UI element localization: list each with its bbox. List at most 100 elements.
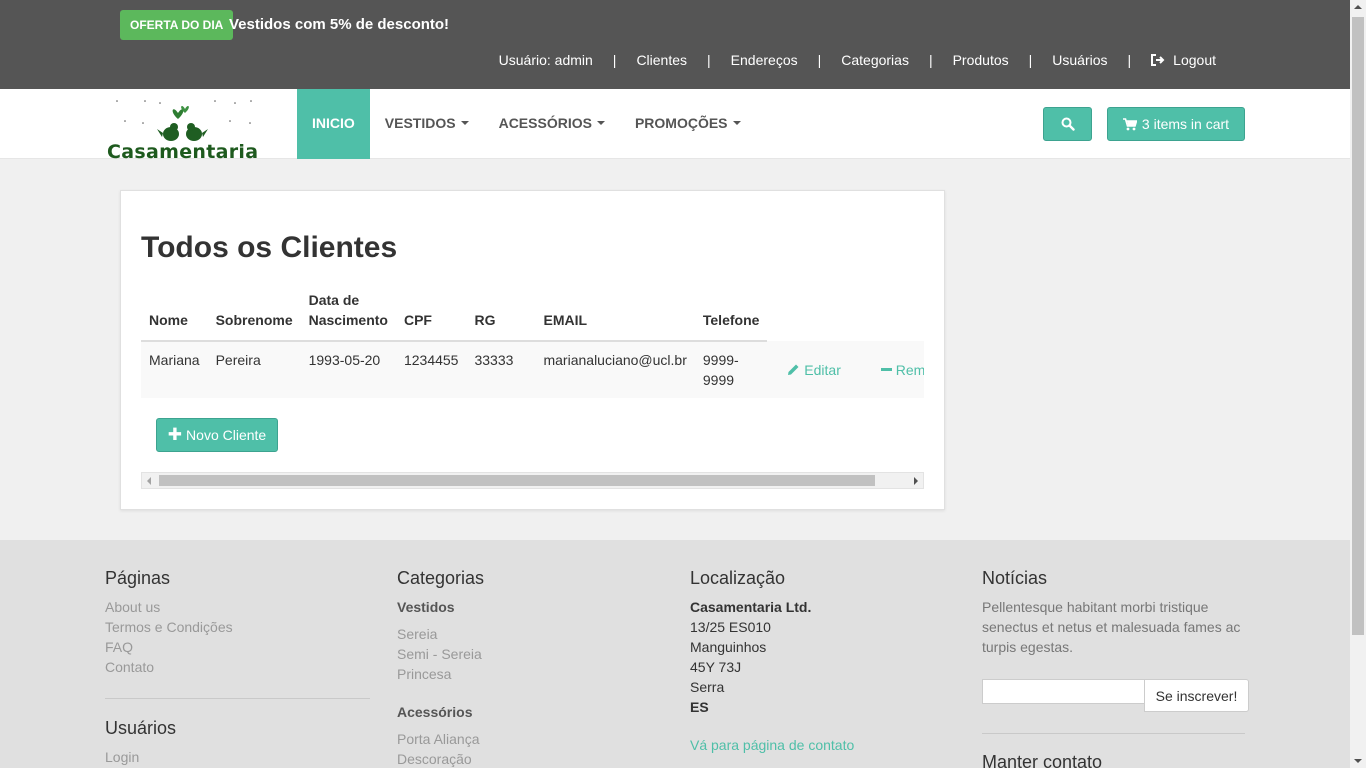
column-header: Data de Nascimento xyxy=(300,281,396,342)
footer-col-categories: Categorias Vestidos Sereia Semi - Sereia… xyxy=(397,568,662,768)
footer-heading: Usuários xyxy=(105,718,177,738)
nav-separator: | xyxy=(817,52,822,68)
footer-heading: Categorias xyxy=(397,568,485,588)
table-row: Mariana Pereira 1993-05-20 1234455 33333… xyxy=(141,341,924,398)
footer-heading: Localização xyxy=(690,568,786,588)
scroll-right-icon[interactable] xyxy=(914,477,918,485)
menu-item-label: ACESSÓRIOS xyxy=(498,115,592,131)
caret-down-icon xyxy=(596,121,605,125)
logo[interactable]: Casamentaria xyxy=(105,99,267,163)
footer-col-location: Localização Casamentaria Ltd. 13/25 ES01… xyxy=(690,568,955,755)
category-link[interactable]: Princesa xyxy=(397,664,662,684)
cell-nome: Mariana xyxy=(141,341,208,398)
offer-text: Vestidos com 5% de desconto! xyxy=(229,16,450,33)
clients-table: Nome Sobrenome Data de Nascimento CPF RG… xyxy=(141,281,924,398)
column-header: Nome xyxy=(141,281,208,342)
category-link[interactable]: Descoração xyxy=(397,749,662,768)
address-line: Serra xyxy=(690,679,725,695)
scroll-left-icon[interactable] xyxy=(147,477,151,485)
category-link[interactable]: Porta Aliança xyxy=(397,729,662,749)
cell-telefone: 9999-9999 xyxy=(694,341,768,398)
empty-header xyxy=(767,281,860,341)
newsletter-form: Se inscrever! xyxy=(982,679,1249,712)
footer-link-terms[interactable]: Termos e Condições xyxy=(105,617,370,637)
subscribe-button[interactable]: Se inscrever! xyxy=(1144,679,1249,712)
company-name: Casamentaria Ltd. xyxy=(690,599,812,615)
pencil-icon xyxy=(788,364,799,375)
plus-icon: ✚ xyxy=(167,425,183,444)
caret-down-icon xyxy=(732,121,741,125)
contact-page-link[interactable]: Vá para página de contato xyxy=(690,737,854,753)
address-line: 13/25 ES010 xyxy=(690,619,771,635)
new-client-button[interactable]: ✚ Novo Cliente xyxy=(156,418,278,452)
top-link-enderecos[interactable]: Endereços xyxy=(731,52,798,68)
footer-link-contact[interactable]: Contato xyxy=(105,657,370,677)
top-link-categorias[interactable]: Categorias xyxy=(841,52,909,68)
top-bar: OFERTA DO DIA Vestidos com 5% de descont… xyxy=(0,0,1350,89)
cart-label: 3 items in cart xyxy=(1141,116,1230,132)
logout-link[interactable]: Logout xyxy=(1151,52,1216,68)
top-link-usuarios[interactable]: Usuários xyxy=(1052,52,1107,68)
scroll-up-icon[interactable] xyxy=(1354,5,1362,9)
footer-col-news: Notícias Pellentesque habitant morbi tri… xyxy=(982,568,1249,768)
footer-link-about[interactable]: About us xyxy=(105,597,370,617)
scrollbar-thumb[interactable] xyxy=(159,475,875,486)
top-nav: Usuário: admin | Clientes | Endereços | … xyxy=(499,52,1216,68)
menu-item-vestidos[interactable]: VESTIDOS xyxy=(370,89,484,159)
search-button[interactable] xyxy=(1043,107,1092,141)
nav-separator: | xyxy=(1127,52,1132,68)
divider xyxy=(105,698,370,699)
nav-separator: | xyxy=(707,52,711,68)
newsletter-email-input[interactable] xyxy=(982,679,1146,704)
nav-separator: | xyxy=(928,52,933,68)
edit-button[interactable]: Editar xyxy=(767,341,861,398)
cart-icon xyxy=(1122,117,1137,130)
clients-table-wrapper: Nome Sobrenome Data de Nascimento CPF RG… xyxy=(141,281,924,401)
menu-item-inicio[interactable]: INICIO xyxy=(297,89,370,159)
cell-rg: 33333 xyxy=(466,341,536,398)
footer-heading: Notícias xyxy=(982,568,1048,588)
column-header: Telefone xyxy=(694,281,768,342)
address-state: ES xyxy=(690,699,709,715)
offer-badge: OFERTA DO DIA xyxy=(120,10,234,40)
menu-item-acessorios[interactable]: ACESSÓRIOS xyxy=(484,89,620,159)
horizontal-scrollbar[interactable] xyxy=(141,472,924,489)
category-link[interactable]: Semi - Sereia xyxy=(397,644,662,664)
menu-item-label: PROMOÇÕES xyxy=(634,115,728,131)
remove-label: Remover xyxy=(895,361,924,378)
address-line: 45Y 73J xyxy=(690,659,742,675)
category-link[interactable]: Sereia xyxy=(397,624,662,644)
window-scrollbar[interactable] xyxy=(1350,0,1366,768)
top-link-produtos[interactable]: Produtos xyxy=(953,52,1009,68)
scroll-down-icon[interactable] xyxy=(1354,759,1362,763)
footer-link-faq[interactable]: FAQ xyxy=(105,637,370,657)
cell-email: marianaluciano@ucl.br xyxy=(535,341,695,398)
column-header: CPF xyxy=(395,281,467,342)
nav-separator: | xyxy=(612,52,617,68)
minus-icon xyxy=(880,367,892,371)
footer-link-login[interactable]: Login xyxy=(105,747,370,767)
address-line: Manguinhos xyxy=(690,639,767,655)
menu-item-promocoes[interactable]: PROMOÇÕES xyxy=(620,89,756,159)
cell-data-nascimento: 1993-05-20 xyxy=(300,341,396,398)
cart-button[interactable]: 3 items in cart xyxy=(1107,107,1245,141)
column-header: EMAIL xyxy=(535,281,695,342)
top-link-clientes[interactable]: Clientes xyxy=(636,52,687,68)
remove-button[interactable]: Remover xyxy=(860,341,924,398)
menu-item-label: VESTIDOS xyxy=(384,115,456,131)
menu-item-label: INICIO xyxy=(312,115,355,131)
footer: Páginas About us Termos e Condições FAQ … xyxy=(0,540,1350,768)
news-text: Pellentesque habitant morbi tristique se… xyxy=(982,599,1241,655)
clients-panel: Todos os Clientes Nome Sobrenome Data de… xyxy=(120,190,945,510)
footer-col-pages: Páginas About us Termos e Condições FAQ … xyxy=(105,568,370,767)
scrollbar-thumb[interactable] xyxy=(1352,17,1364,635)
footer-heading: Manter contato xyxy=(982,752,1103,768)
table-header-row: Nome Sobrenome Data de Nascimento CPF RG… xyxy=(141,281,924,342)
new-client-label: Novo Cliente xyxy=(186,427,267,443)
logout-icon xyxy=(1151,54,1165,66)
user-label[interactable]: Usuário: admin xyxy=(499,52,593,68)
search-icon xyxy=(1061,117,1075,131)
empty-header xyxy=(861,281,924,341)
column-header: RG xyxy=(466,281,536,342)
footer-heading: Páginas xyxy=(105,568,171,588)
